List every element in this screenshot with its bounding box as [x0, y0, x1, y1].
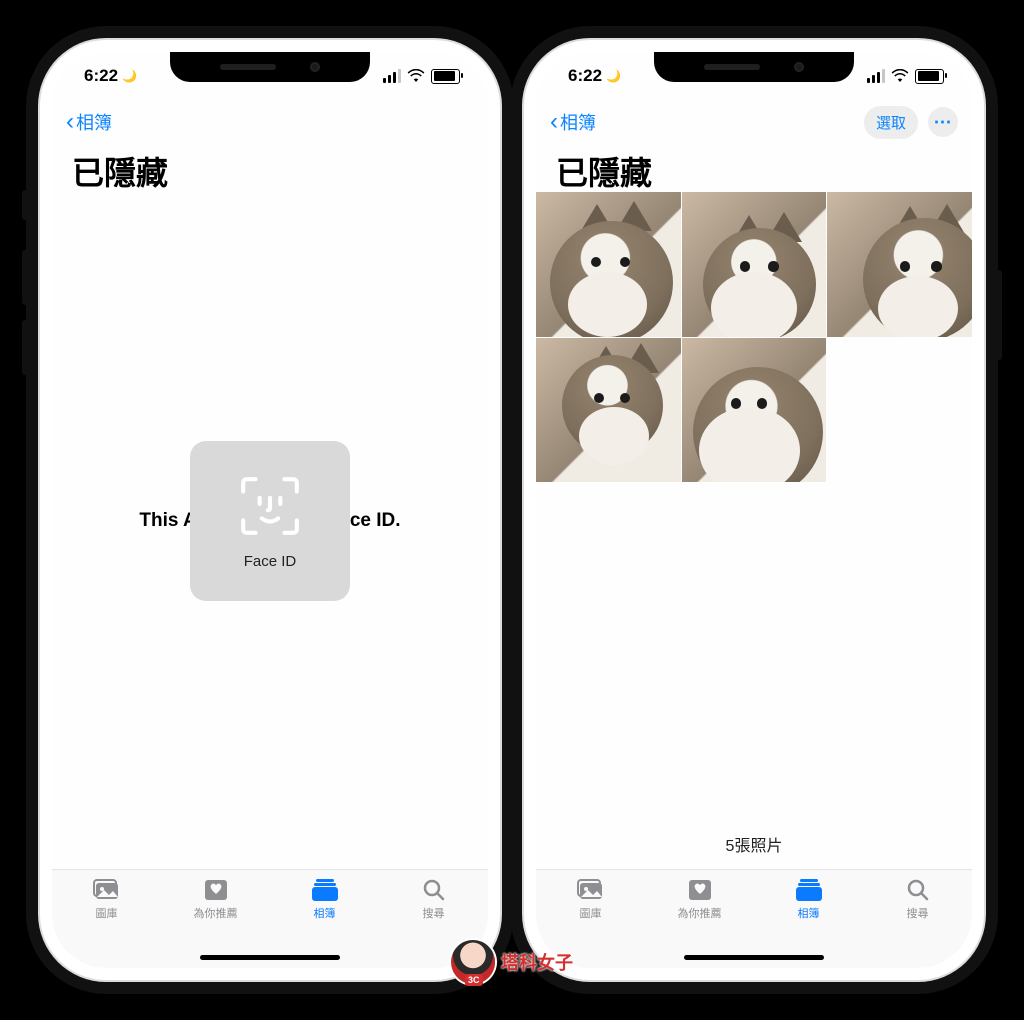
- library-icon: [93, 878, 121, 902]
- photo-thumbnail[interactable]: [682, 338, 827, 483]
- home-indicator[interactable]: [200, 955, 340, 960]
- tab-albums[interactable]: 相簿: [270, 878, 379, 921]
- search-icon: [904, 878, 932, 902]
- screen-left: 6:22 🌙 ‹: [52, 52, 488, 968]
- status-bar: 6:22 🌙: [52, 52, 488, 100]
- wifi-icon: [407, 69, 425, 83]
- status-time: 6:22: [568, 66, 602, 86]
- tab-bar: 圖庫 為你推薦 相簿: [536, 869, 972, 968]
- status-time: 6:22: [84, 66, 118, 86]
- tab-for-you[interactable]: 為你推薦: [161, 878, 270, 921]
- tab-albums-label: 相簿: [798, 905, 820, 921]
- photo-thumbnail[interactable]: [536, 192, 681, 337]
- do-not-disturb-icon: 🌙: [122, 69, 137, 83]
- chevron-left-icon: ‹: [66, 110, 74, 134]
- volume-down-button: [22, 320, 28, 375]
- for-you-icon: [686, 878, 714, 902]
- nav-bar: ‹ 相簿 選取 ⋯: [536, 100, 972, 144]
- page-title: 已隱藏: [556, 148, 652, 194]
- phone-mockup-right: 6:22 🌙 ‹: [524, 40, 984, 980]
- tab-search[interactable]: 搜尋: [379, 878, 488, 921]
- tab-albums-label: 相簿: [314, 905, 336, 921]
- photo-grid: [536, 192, 972, 482]
- volume-up-button: [506, 250, 512, 305]
- volume-up-button: [22, 250, 28, 305]
- content-locked: This Album requires Face ID.: [52, 192, 488, 878]
- back-button[interactable]: ‹ 相簿: [66, 109, 112, 135]
- photo-count-label: 5張照片: [536, 832, 972, 856]
- tab-for-you-label: 為你推薦: [194, 905, 238, 921]
- status-bar: 6:22 🌙: [536, 52, 972, 100]
- back-label: 相簿: [560, 109, 596, 135]
- tab-bar: 圖庫 為你推薦 相簿: [52, 869, 488, 968]
- faceid-prompt[interactable]: Face ID: [190, 441, 350, 601]
- back-button[interactable]: ‹ 相簿: [550, 109, 596, 135]
- ellipsis-icon: ⋯: [934, 112, 953, 133]
- wifi-icon: [891, 69, 909, 83]
- tab-search-label: 搜尋: [907, 905, 929, 921]
- photo-thumbnail[interactable]: [827, 192, 972, 337]
- tab-library-label: 圖庫: [580, 905, 602, 921]
- phone-mockup-left: 6:22 🌙 ‹: [40, 40, 500, 980]
- do-not-disturb-icon: 🌙: [606, 69, 621, 83]
- albums-icon: [795, 878, 823, 902]
- screen-right: 6:22 🌙 ‹: [536, 52, 972, 968]
- watermark-badge: 3C: [465, 974, 483, 986]
- faceid-label: Face ID: [244, 553, 297, 570]
- back-label: 相簿: [76, 109, 112, 135]
- chevron-left-icon: ‹: [550, 110, 558, 134]
- tab-library[interactable]: 圖庫: [536, 878, 645, 921]
- faceid-icon: [237, 473, 303, 539]
- tab-library-label: 圖庫: [96, 905, 118, 921]
- volume-down-button: [506, 320, 512, 375]
- battery-icon: [431, 69, 460, 84]
- photo-thumbnail[interactable]: [682, 192, 827, 337]
- power-button: [996, 270, 1002, 360]
- mute-switch: [506, 190, 512, 220]
- content-photos: 5張照片: [536, 192, 972, 878]
- tab-search[interactable]: 搜尋: [863, 878, 972, 921]
- tab-for-you[interactable]: 為你推薦: [645, 878, 754, 921]
- cellular-signal-icon: [867, 69, 885, 83]
- for-you-icon: [202, 878, 230, 902]
- page-title: 已隱藏: [72, 148, 168, 194]
- home-indicator[interactable]: [684, 955, 824, 960]
- photo-thumbnail[interactable]: [536, 338, 681, 483]
- tab-search-label: 搜尋: [423, 905, 445, 921]
- cellular-signal-icon: [383, 69, 401, 83]
- battery-icon: [915, 69, 944, 84]
- select-button[interactable]: 選取: [864, 106, 918, 139]
- nav-bar: ‹ 相簿: [52, 100, 488, 144]
- tab-library[interactable]: 圖庫: [52, 878, 161, 921]
- tab-for-you-label: 為你推薦: [678, 905, 722, 921]
- power-button: [512, 270, 518, 360]
- search-icon: [420, 878, 448, 902]
- mute-switch: [22, 190, 28, 220]
- albums-icon: [311, 878, 339, 902]
- library-icon: [577, 878, 605, 902]
- tab-albums[interactable]: 相簿: [754, 878, 863, 921]
- more-button[interactable]: ⋯: [928, 107, 958, 137]
